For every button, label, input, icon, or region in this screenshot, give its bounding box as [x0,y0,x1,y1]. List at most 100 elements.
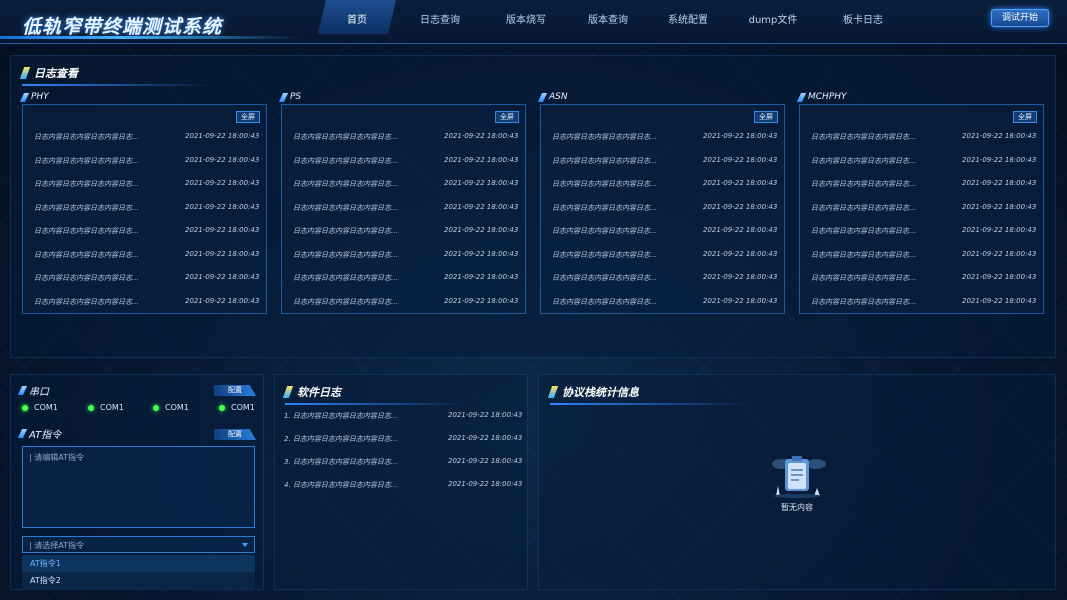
log-row: 日志内容日志内容日志内容日志... 2021-09-22 18:00:43 [811,226,1036,236]
row-time: 2021-09-22 18:00:43 [703,179,778,187]
row-text: 日志内容日志内容日志内容日志... [811,274,916,282]
panel-title-icon [796,92,807,102]
title-underline [22,84,212,86]
row-text: 日志内容日志内容日志内容日志... [34,297,139,306]
empty-state-text: 暂无内容 [781,503,813,512]
com-port-1[interactable]: COM1 [22,403,58,412]
row-text: 日志内容日志内容日志内容日志... [293,133,398,141]
log-row: 日志内容日志内容日志内容日志... 2021-09-22 18:00:43 [34,179,259,189]
log-row: 日志内容日志内容日志内容日志... 2021-09-22 18:00:43 [811,250,1036,260]
row-text: 日志内容日志内容日志内容日志... [293,227,398,235]
log-row: 日志内容日志内容日志内容日志... 2021-09-22 18:00:43 [552,250,777,260]
log-row: 日志内容日志内容日志内容日志... 2021-09-22 18:00:43 [34,156,259,166]
at-command-select[interactable]: | 请选择AT指令 [22,536,255,553]
chevron-down-icon [242,543,248,547]
nav-system-config[interactable]: 系统配置 [648,0,728,34]
row-time: 2021-09-22 18:00:43 [962,226,1037,234]
start-debug-button[interactable]: 调试开始 [991,9,1049,27]
software-log-row: 2. 日志内容日志内容日志内容日志... 2021-09-22 18:00:43 [284,434,522,444]
row-time: 2021-09-22 18:00:43 [444,155,519,164]
row-text: 日志内容日志内容日志内容日志... [34,203,139,212]
log-row: 日志内容日志内容日志内容日志... 2021-09-22 18:00:43 [293,179,518,189]
row-text: 日志内容日志内容日志内容日志... [552,180,657,188]
fullscreen-button[interactable]: 全屏 [236,111,260,123]
protocol-title-text: 协议栈统计信息 [562,386,639,399]
at-option-1[interactable]: AT指令1 [22,555,255,572]
row-text: 日志内容日志内容日志内容日志... [811,203,916,212]
log-row: 日志内容日志内容日志内容日志... 2021-09-22 18:00:43 [34,226,259,236]
nav-log-query[interactable]: 日志查询 [396,0,484,34]
at-config-button[interactable]: 配置 [214,429,256,440]
log-panel-name: PHY [31,92,49,102]
nav-dump-file[interactable]: dump文件 [728,0,818,34]
log-row: 日志内容日志内容日志内容日志... 2021-09-22 18:00:43 [811,297,1036,307]
row-text: 日志内容日志内容日志内容日志... [293,250,398,259]
title-bar-icon [19,67,31,79]
row-text: 4. 日志内容日志内容日志内容日志... [284,481,398,489]
row-time: 2021-09-22 18:00:43 [185,249,260,258]
at-command-textarea[interactable]: | 请编辑AT指令 [22,446,255,528]
protocol-title: 协议栈统计信息 [547,384,750,405]
serial-config-button[interactable]: 配置 [214,385,256,396]
status-dot-icon [88,404,94,411]
log-row: 日志内容日志内容日志内容日志... 2021-09-22 18:00:43 [293,250,518,260]
row-time: 2021-09-22 18:00:43 [185,226,260,234]
log-row: 日志内容日志内容日志内容日志... 2021-09-22 18:00:43 [552,156,777,166]
row-text: 日志内容日志内容日志内容日志... [552,250,657,259]
log-row: 日志内容日志内容日志内容日志... 2021-09-22 18:00:43 [34,250,259,260]
log-panel-mchphy: 全屏 日志内容日志内容日志内容日志... 2021-09-22 18:00:43 日志… [799,104,1044,314]
nav-version-burn[interactable]: 版本烧写 [484,0,568,34]
row-text: 日志内容日志内容日志内容日志... [811,133,916,141]
log-panel-name: PS [290,92,302,102]
row-text: 日志内容日志内容日志内容日志... [34,250,139,259]
fullscreen-button[interactable]: 全屏 [754,111,778,123]
log-row: 日志内容日志内容日志内容日志... 2021-09-22 18:00:43 [34,132,259,142]
row-time: 2021-09-22 18:00:43 [444,296,519,305]
log-row: 日志内容日志内容日志内容日志... 2021-09-22 18:00:43 [552,132,777,142]
row-time: 2021-09-22 18:00:43 [703,132,778,140]
row-time: 2021-09-22 18:00:43 [185,132,260,140]
com-port-2[interactable]: COM1 [88,403,124,412]
log-row: 日志内容日志内容日志内容日志... 2021-09-22 18:00:43 [552,203,777,213]
row-time: 2021-09-22 18:00:43 [444,179,519,187]
at-option-2[interactable]: AT指令2 [22,572,255,589]
nav-home[interactable]: 首页 [318,0,396,34]
row-text: 日志内容日志内容日志内容日志... [552,274,657,282]
log-row: 日志内容日志内容日志内容日志... 2021-09-22 18:00:43 [552,297,777,307]
row-text: 3. 日志内容日志内容日志内容日志... [284,458,398,466]
at-title: AT指令 [17,426,61,441]
software-log-row: 3. 日志内容日志内容日志内容日志... 2021-09-22 18:00:43 [284,457,522,467]
log-row: 日志内容日志内容日志内容日志... 2021-09-22 18:00:43 [34,203,259,213]
row-text: 2. 日志内容日志内容日志内容日志... [284,435,398,443]
log-row: 日志内容日志内容日志内容日志... 2021-09-22 18:00:43 [552,273,777,283]
row-text: 日志内容日志内容日志内容日志... [552,227,657,235]
row-text: 日志内容日志内容日志内容日志... [811,297,916,306]
row-text: 1. 日志内容日志内容日志内容日志... [284,412,398,420]
row-time: 2021-09-22 18:00:43 [703,226,778,234]
title-underline [285,403,465,405]
fullscreen-button[interactable]: 全屏 [495,111,519,123]
row-time: 2021-09-22 18:00:43 [703,273,778,281]
row-text: 日志内容日志内容日志内容日志... [552,133,657,141]
main-nav: 首页 日志查询 版本烧写 版本查询 系统配置 dump文件 板卡日志 [318,0,908,34]
row-time: 2021-09-22 18:00:43 [703,155,778,164]
row-text: 日志内容日志内容日志内容日志... [34,274,139,282]
nav-version-query[interactable]: 版本查询 [568,0,648,34]
row-text: 日志内容日志内容日志内容日志... [293,297,398,306]
com-port-4[interactable]: COM1 [219,403,255,412]
com-label: COM1 [34,403,58,412]
title-bar-icon [547,386,559,398]
log-view-title: 日志查看 [19,65,212,86]
nav-board-log[interactable]: 板卡日志 [818,0,908,34]
row-text: 日志内容日志内容日志内容日志... [811,250,916,259]
row-time: 2021-09-22 18:00:43 [444,132,519,140]
row-time: 2021-09-22 18:00:43 [448,480,523,488]
com-port-3[interactable]: COM1 [153,403,189,412]
log-view-title-text: 日志查看 [34,67,78,80]
software-log-row: 4. 日志内容日志内容日志内容日志... 2021-09-22 18:00:43 [284,480,522,490]
row-text: 日志内容日志内容日志内容日志... [811,180,916,188]
log-panel-ps: 全屏 日志内容日志内容日志内容日志... 2021-09-22 18:00:43 日志… [281,104,526,314]
log-row: 日志内容日志内容日志内容日志... 2021-09-22 18:00:43 [34,273,259,283]
fullscreen-button[interactable]: 全屏 [1013,111,1037,123]
row-time: 2021-09-22 18:00:43 [444,226,519,234]
